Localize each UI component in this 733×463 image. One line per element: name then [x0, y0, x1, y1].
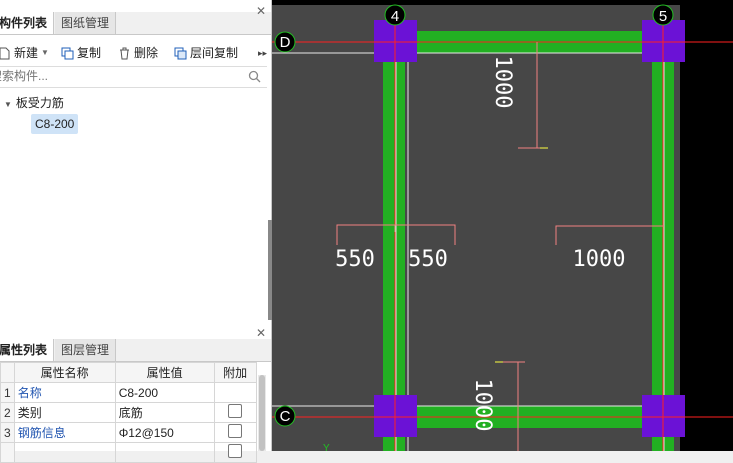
- table-header-row: 属性名称 属性值 附加: [0, 362, 257, 383]
- close-icon[interactable]: ✕: [255, 5, 267, 17]
- copy-icon: [61, 47, 74, 59]
- attach-checkbox[interactable]: [228, 444, 243, 458]
- tab-property-list[interactable]: 属性列表: [0, 339, 55, 361]
- copy-button[interactable]: 复制: [61, 42, 101, 64]
- floor-copy-button[interactable]: 层间复制: [174, 42, 238, 64]
- new-button[interactable]: 新建 ▼: [0, 42, 49, 64]
- property-value[interactable]: 底筋: [114, 402, 215, 423]
- property-name: 名称: [13, 382, 116, 403]
- dimension-text-top: 1000: [490, 56, 515, 109]
- copy-button-label: 复制: [77, 46, 102, 60]
- component-list-panel: 构件列表 图纸管理 ✕ 新建 ▼ 复制 删除 层间复制 ▸▸ ▼板受力筋 C8-…: [0, 0, 272, 324]
- tab-drawing-management[interactable]: 图纸管理: [55, 12, 117, 34]
- tree-group-slab-rebar[interactable]: ▼ 板受力筋: [4, 94, 64, 111]
- scrollbar-thumb[interactable]: [259, 375, 265, 451]
- property-scrollbar[interactable]: [258, 375, 266, 451]
- canvas-background-right: [680, 5, 733, 451]
- tree-item[interactable]: C8-200: [31, 114, 79, 134]
- component-search: [0, 66, 267, 88]
- column-header: 属性名称: [13, 362, 116, 383]
- row-number: 2: [0, 402, 15, 423]
- beam-4: [383, 25, 405, 451]
- dimension-text-left-b: 550: [408, 247, 448, 272]
- cad-drawing-canvas[interactable]: 4 5 D C 1000 550 550 1000 1000 Y: [272, 0, 733, 451]
- table-row[interactable]: [0, 442, 257, 463]
- floor-copy-icon: [174, 47, 187, 59]
- column-header: 附加: [213, 362, 257, 383]
- axis-label-c: C: [280, 408, 291, 425]
- attach-checkbox[interactable]: [228, 404, 243, 418]
- new-button-label: 新建: [14, 46, 39, 60]
- trash-icon: [120, 47, 129, 59]
- delete-button[interactable]: 删除: [118, 42, 158, 64]
- component-tab-bar: 构件列表 图纸管理: [0, 12, 271, 35]
- row-number: 3: [0, 422, 15, 443]
- tree-group-label: 板受力筋: [15, 96, 64, 110]
- table-row[interactable]: 1 名称 C8-200: [0, 382, 257, 403]
- axis-label-4: 4: [391, 8, 399, 25]
- property-value[interactable]: C8-200: [114, 382, 215, 403]
- tab-layer-management[interactable]: 图层管理: [55, 339, 117, 361]
- chevron-down-icon[interactable]: ▼: [41, 42, 49, 64]
- column-header: 属性值: [114, 362, 215, 383]
- dimension-text-right: 1000: [573, 247, 626, 272]
- axis-label-d: D: [280, 34, 291, 51]
- expand-triangle-icon[interactable]: ▼: [4, 100, 12, 109]
- search-input[interactable]: [0, 67, 230, 85]
- property-name: 类别: [13, 402, 116, 423]
- more-tools-icon[interactable]: ▸▸: [258, 42, 267, 64]
- table-row[interactable]: 2 类别 底筋: [0, 402, 257, 423]
- new-file-icon: [0, 47, 10, 59]
- y-axis-label: Y: [323, 443, 330, 451]
- property-tab-bar: 属性列表 图层管理: [0, 339, 271, 362]
- dimension-text-bottom: 1000: [470, 379, 495, 432]
- search-icon[interactable]: [248, 70, 261, 83]
- delete-button-label: 删除: [134, 46, 159, 60]
- property-value[interactable]: Φ12@150: [114, 422, 215, 443]
- property-name: 钢筋信息: [13, 422, 116, 443]
- property-table: 属性名称 属性值 附加 1 名称 C8-200 2 类别 底筋 3 钢筋信息 Φ…: [0, 362, 257, 463]
- table-row[interactable]: 3 钢筋信息 Φ12@150: [0, 422, 257, 443]
- tab-component-list[interactable]: 构件列表: [0, 12, 55, 34]
- dimension-text-left-a: 550: [335, 247, 375, 272]
- axis-label-5: 5: [659, 8, 667, 25]
- close-icon[interactable]: ✕: [255, 327, 267, 339]
- attach-checkbox[interactable]: [228, 424, 243, 438]
- floor-copy-button-label: 层间复制: [190, 46, 239, 60]
- row-number: 1: [0, 382, 15, 403]
- component-toolbar: 新建 ▼ 复制 删除 层间复制 ▸▸: [0, 42, 271, 64]
